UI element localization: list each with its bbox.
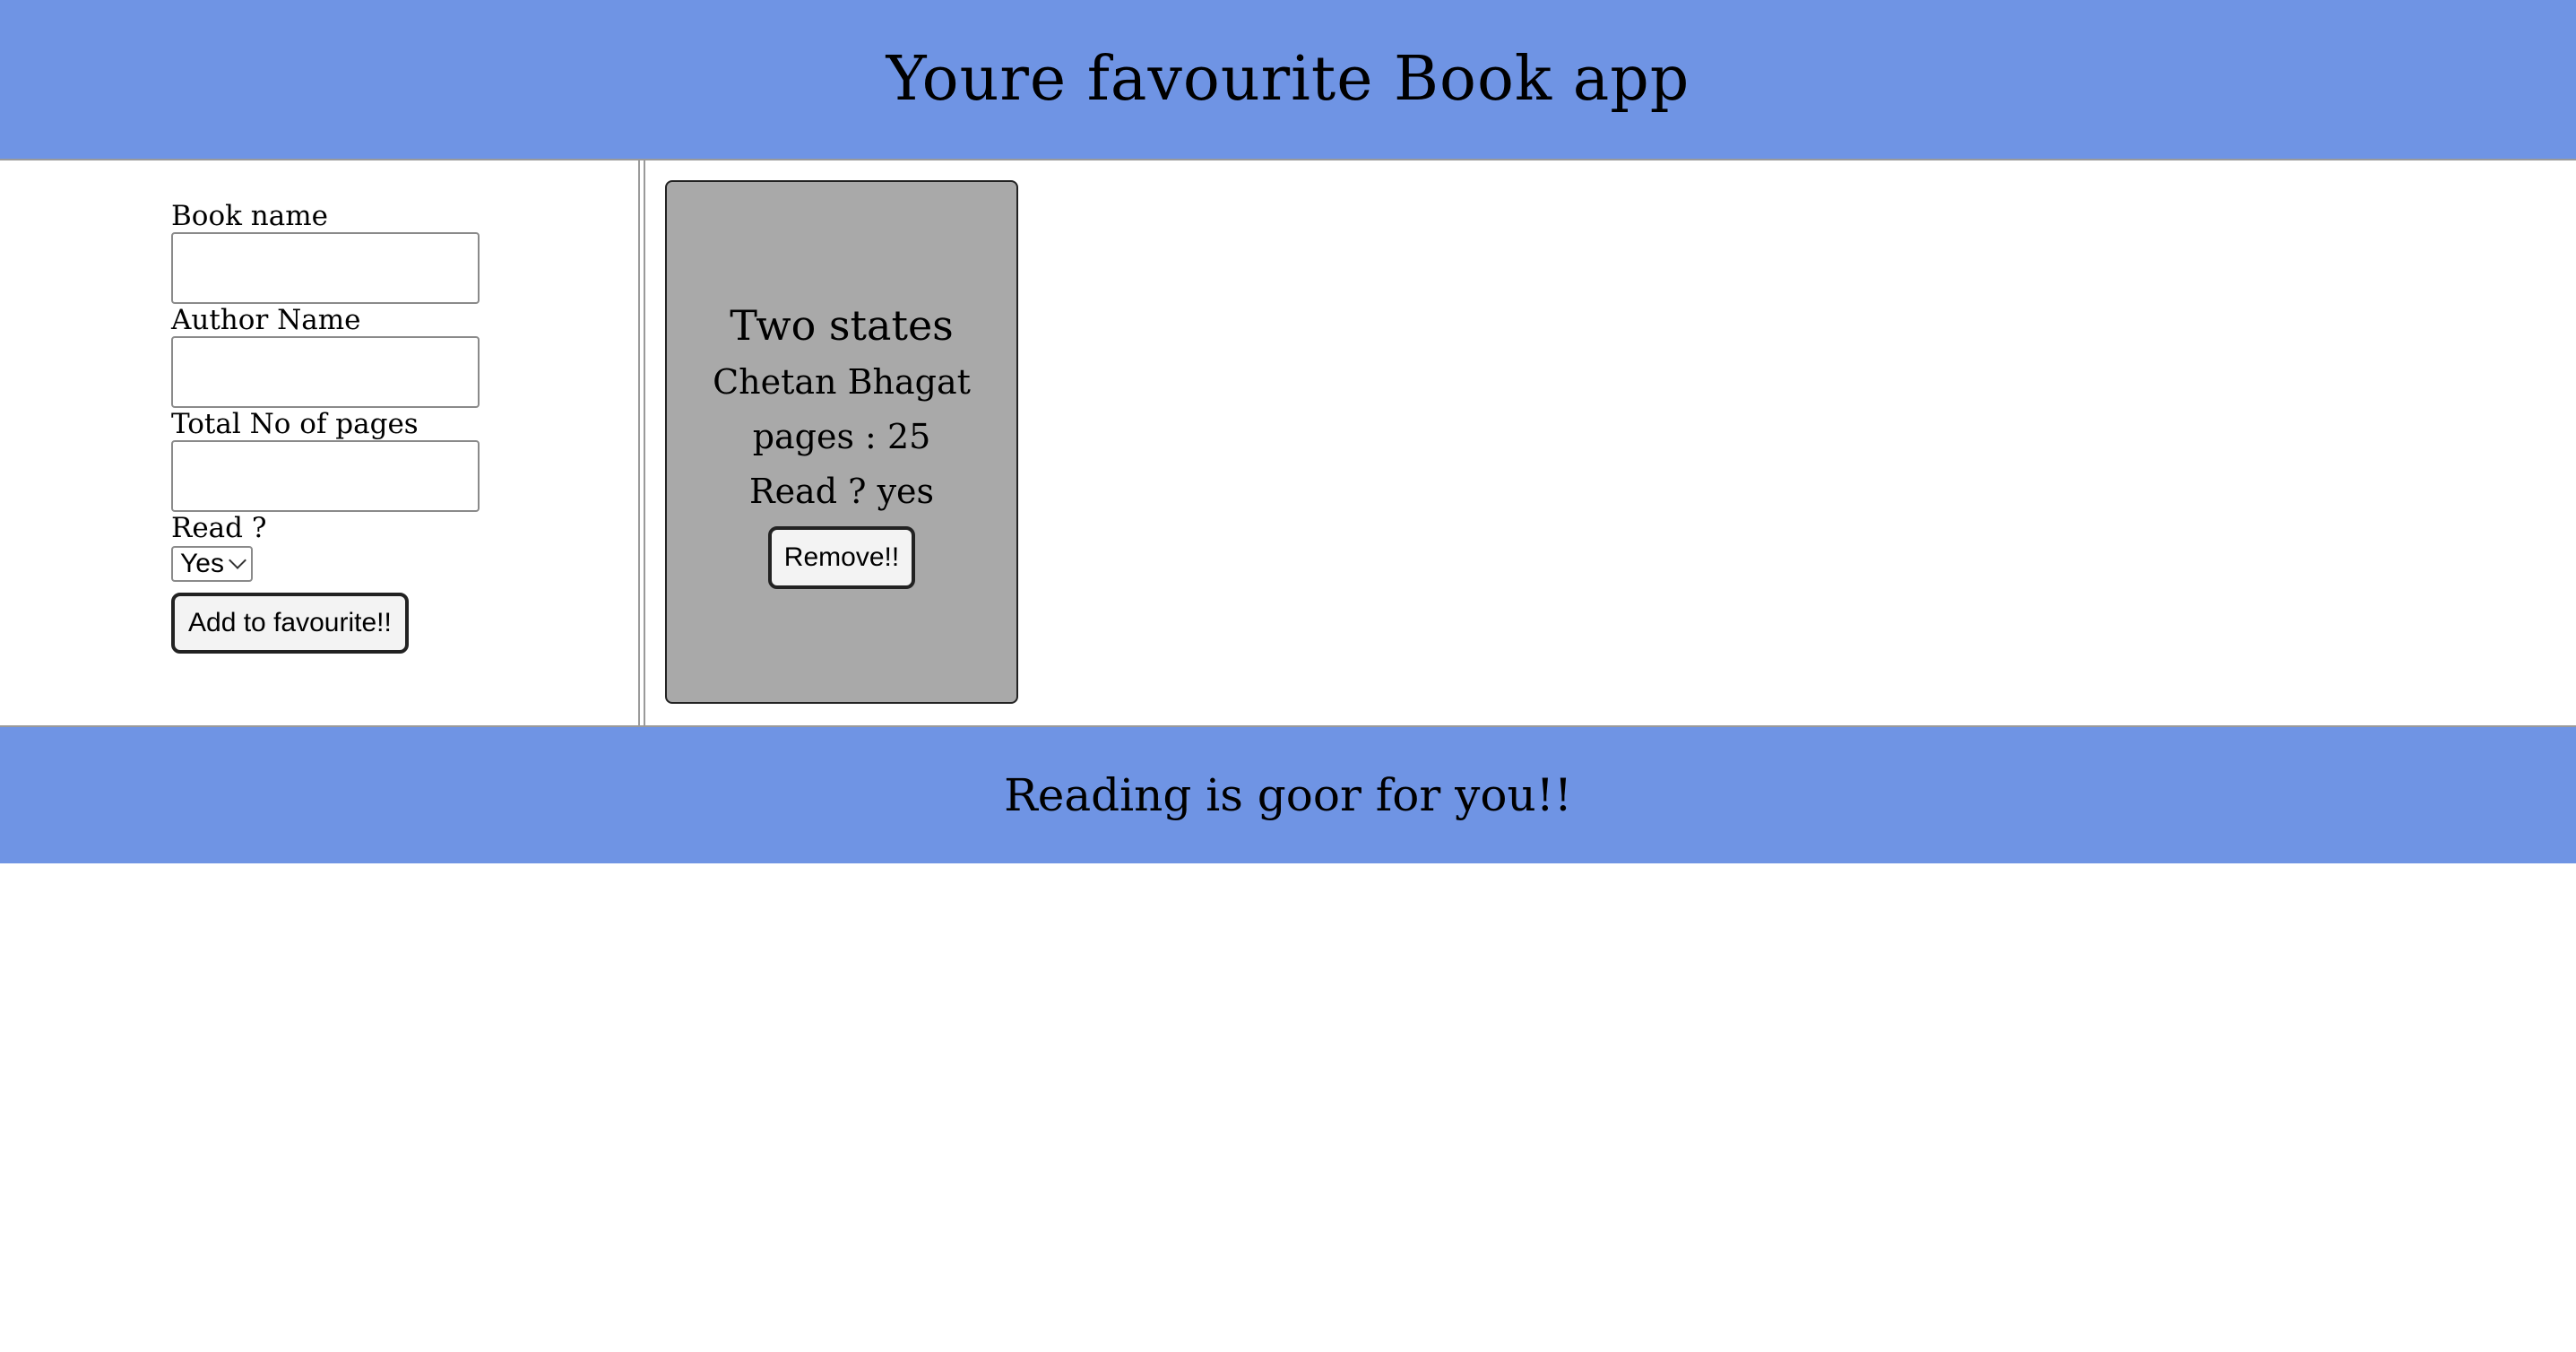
book-name-label: Book name — [171, 200, 328, 232]
book-card-title: Two states — [730, 300, 954, 350]
page-title: Youre favourite Book app — [886, 44, 1690, 115]
book-card-author: Chetan Bhagat — [713, 361, 971, 402]
app-header: Youre favourite Book app — [0, 0, 2576, 160]
app-footer: Reading is goor for you!! — [0, 725, 2576, 863]
add-to-favourite-button[interactable]: Add to favourite!! — [171, 593, 409, 654]
sidebar: Book name Author Name Total No of pages … — [0, 160, 640, 725]
book-card: Two states Chetan Bhagat pages : 25 Read… — [665, 180, 1018, 704]
read-select-value: Yes — [180, 549, 224, 578]
footer-text: Reading is goor for you!! — [1004, 769, 1572, 821]
remove-button[interactable]: Remove!! — [767, 525, 916, 589]
divider — [644, 160, 645, 725]
author-name-input[interactable] — [171, 336, 480, 408]
chevron-down-icon — [229, 551, 246, 569]
main-area: Book name Author Name Total No of pages … — [0, 160, 2576, 725]
read-select[interactable]: Yes — [171, 546, 253, 582]
total-pages-label: Total No of pages — [171, 408, 419, 440]
book-card-read-status: Read ? yes — [748, 471, 935, 511]
author-name-label: Author Name — [171, 304, 361, 336]
total-pages-input[interactable] — [171, 440, 480, 512]
book-card-pages: pages : 25 — [752, 416, 931, 456]
book-name-input[interactable] — [171, 232, 480, 304]
add-book-form: Book name Author Name Total No of pages … — [171, 200, 548, 654]
read-label: Read ? — [171, 512, 267, 544]
